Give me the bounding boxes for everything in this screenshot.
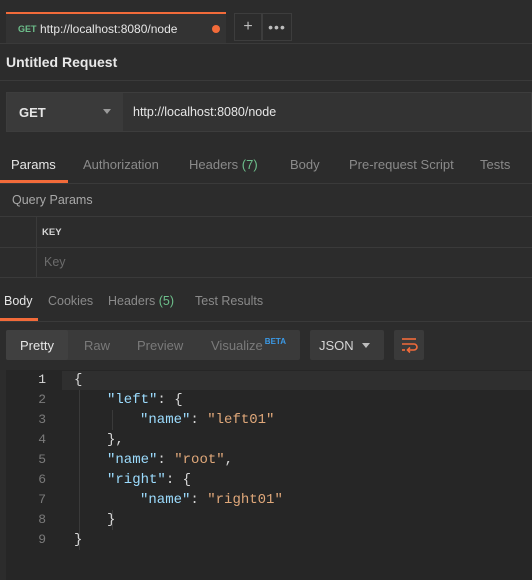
line-number: 9 [38, 532, 46, 547]
tab-body[interactable]: Body [290, 157, 320, 172]
json-punctuation: : [190, 412, 208, 428]
request-tab[interactable]: GET http://localhost:8080/node [6, 12, 226, 43]
wrap-lines-icon [402, 338, 418, 354]
column-divider [36, 217, 37, 277]
indent-guide [79, 390, 80, 550]
current-line-highlight [62, 371, 532, 390]
tab-cookies[interactable]: Cookies [48, 294, 93, 308]
view-visualize-label: Visualize [211, 338, 263, 353]
json-key: "right" [107, 472, 166, 488]
headers-count: (7) [241, 157, 258, 172]
json-punctuation: , [224, 452, 234, 468]
url-input[interactable]: http://localhost:8080/node [133, 105, 276, 119]
json-punctuation: } [74, 532, 83, 548]
active-response-tab-indicator [0, 318, 38, 321]
tab-test-results[interactable]: Test Results [195, 294, 263, 308]
unsaved-dot-icon [212, 25, 220, 33]
json-key: "name" [140, 492, 191, 508]
url-bar: GET http://localhost:8080/node [6, 92, 532, 132]
tab-method: GET [18, 24, 37, 34]
tab-authorization[interactable]: Authorization [83, 157, 159, 172]
method-select[interactable]: GET [7, 93, 123, 131]
code-line: { [74, 372, 82, 388]
tab-response-headers[interactable]: Headers (5) [108, 294, 174, 308]
response-editor[interactable]: 123456789 {"left": {"name": "left01"}, "n… [6, 370, 532, 580]
view-raw[interactable]: Raw [84, 338, 110, 353]
tab-response-body[interactable]: Body [4, 294, 33, 308]
json-string: "root" [174, 452, 225, 468]
view-preview[interactable]: Preview [137, 338, 183, 353]
line-number: 7 [38, 492, 46, 507]
request-title: Untitled Request [6, 54, 118, 70]
tab-response-headers-label: Headers [108, 294, 156, 308]
view-pretty-label: Pretty [20, 338, 54, 353]
more-icon[interactable]: ••• [262, 13, 292, 41]
json-key: "left" [107, 392, 158, 408]
code-line: "name": "right01" [140, 492, 283, 508]
chevron-down-icon [362, 343, 370, 348]
line-number: 6 [38, 472, 46, 487]
line-number: 1 [38, 372, 46, 387]
code-line: "left": { [107, 392, 183, 408]
active-tab-indicator [0, 180, 68, 183]
json-string: "left01" [207, 412, 275, 428]
view-mode-tabs: Pretty Raw Preview Visualize BETA [6, 330, 300, 360]
line-number: 2 [38, 392, 46, 407]
format-label: JSON [319, 338, 354, 353]
query-params-title: Query Params [12, 193, 93, 207]
code-line: } [74, 532, 82, 548]
request-tabs: Params Authorization Headers (7) Body Pr… [0, 150, 532, 184]
params-header-row [0, 217, 532, 248]
code-line: "name": "left01" [140, 412, 274, 428]
json-string: "right01" [207, 492, 283, 508]
tab-tests[interactable]: Tests [480, 157, 510, 172]
params-table: KEY Key [0, 216, 532, 278]
json-punctuation: : [157, 452, 175, 468]
wrap-lines-button[interactable] [394, 330, 424, 360]
tab-params[interactable]: Params [11, 157, 56, 172]
chevron-down-icon [103, 109, 111, 114]
json-punctuation: : { [157, 392, 183, 408]
tab-bar: GET http://localhost:8080/node + ••• [0, 0, 532, 44]
line-number: 4 [38, 432, 46, 447]
response-headers-count: (5) [158, 294, 175, 308]
code-line: "right": { [107, 472, 191, 488]
line-number: 8 [38, 512, 46, 527]
tab-pre-request-script[interactable]: Pre-request Script [349, 157, 454, 172]
divider [0, 80, 532, 81]
line-number: 3 [38, 412, 46, 427]
view-visualize[interactable]: Visualize BETA [211, 337, 286, 353]
json-punctuation: { [74, 372, 83, 388]
beta-badge: BETA [264, 337, 286, 346]
json-key: "name" [107, 452, 158, 468]
json-punctuation: : { [165, 472, 192, 488]
line-number-gutter: 1 2 3 4 5 6 7 8 9 [6, 370, 62, 580]
json-punctuation: }, [107, 432, 124, 448]
code-line: "name": "root", [107, 452, 233, 468]
tab-url: http://localhost:8080/node [40, 22, 178, 36]
json-key: "name" [140, 412, 191, 428]
view-pretty[interactable]: Pretty [6, 330, 68, 360]
json-punctuation: : [190, 492, 208, 508]
method-label: GET [19, 105, 46, 120]
json-punctuation: } [107, 512, 116, 528]
tab-headers-label: Headers [189, 157, 239, 172]
response-tabs: Body Cookies Headers (5) Test Results [0, 288, 532, 322]
code-line: }, [107, 432, 124, 448]
key-column-header: KEY [42, 227, 62, 238]
plus-icon[interactable]: + [234, 13, 262, 41]
key-input[interactable]: Key [44, 255, 66, 269]
tab-headers[interactable]: Headers (7) [189, 157, 258, 172]
line-number: 5 [38, 452, 46, 467]
indent-guide [112, 410, 113, 430]
format-select[interactable]: JSON [310, 330, 384, 360]
code-line: } [107, 512, 115, 528]
